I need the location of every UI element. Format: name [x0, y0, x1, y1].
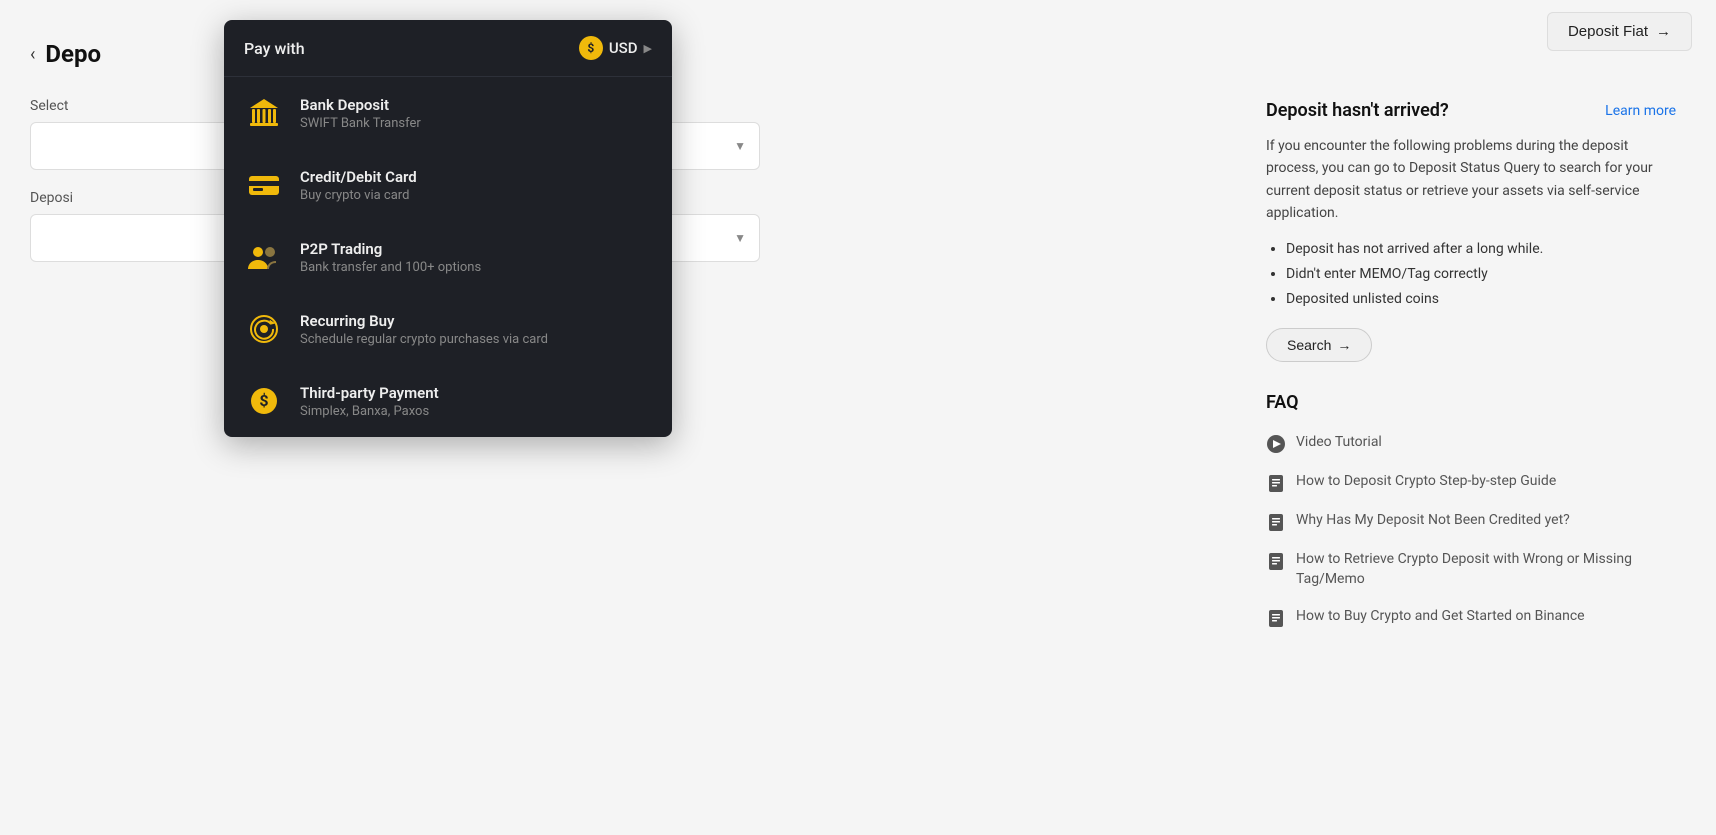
bullet-list: Deposit has not arrived after a long whi…	[1266, 237, 1676, 313]
deposit-alert-title: Deposit hasn't arrived?	[1266, 100, 1449, 121]
page-title: Depo	[45, 40, 101, 68]
thirdparty-title: Third-party Payment	[300, 384, 652, 402]
credit-card-title: Credit/Debit Card	[300, 168, 652, 186]
bank-deposit-subtitle: SWIFT Bank Transfer	[300, 116, 652, 131]
doc-icon-4	[1266, 608, 1286, 628]
learn-more-link[interactable]: Learn more	[1605, 103, 1676, 119]
deposit-alert-text: If you encounter the following problems …	[1266, 135, 1676, 225]
deposit-fiat-arrow: →	[1656, 23, 1671, 40]
search-button-label: Search	[1287, 337, 1331, 353]
thirdparty-subtitle: Simplex, Banxa, Paxos	[300, 404, 652, 419]
menu-item-credit-card[interactable]: Credit/Debit Card Buy crypto via card	[224, 149, 672, 221]
search-button[interactable]: Search →	[1266, 328, 1372, 362]
faq-item-wrong-tag[interactable]: How to Retrieve Crypto Deposit with Wron…	[1266, 550, 1676, 589]
recurring-icon	[244, 309, 284, 349]
currency-selector[interactable]: $ USD ▶	[579, 36, 652, 60]
faq-item-deposit-guide[interactable]: How to Deposit Crypto Step-by-step Guide	[1266, 472, 1676, 493]
bullet-item-3: Deposited unlisted coins	[1286, 287, 1676, 312]
faq-link-not-credited[interactable]: Why Has My Deposit Not Been Credited yet…	[1296, 511, 1570, 531]
svg-text:$: $	[259, 391, 268, 410]
menu-item-p2p[interactable]: P2P Trading Bank transfer and 100+ optio…	[224, 221, 672, 293]
back-arrow-icon[interactable]: ‹	[30, 44, 35, 65]
faq-title: FAQ	[1266, 392, 1676, 413]
dropdown-header: Pay with $ USD ▶	[224, 20, 672, 77]
menu-item-thirdparty[interactable]: $ Third-party Payment Simplex, Banxa, Pa…	[224, 365, 672, 437]
main-content: ‹ Depo Select ▼ Deposi ▼ Pay with $ USD …	[0, 0, 1716, 666]
right-sidebar: Deposit hasn't arrived? Learn more If yo…	[1236, 20, 1716, 666]
credit-card-icon	[244, 165, 284, 205]
doc-icon-2	[1266, 512, 1286, 532]
header: Deposit Fiat →	[1523, 0, 1716, 63]
doc-icon-3	[1266, 551, 1286, 571]
faq-item-video-tutorial[interactable]: Video Tutorial	[1266, 433, 1676, 454]
play-icon	[1266, 434, 1286, 454]
left-section: ‹ Depo Select ▼ Deposi ▼ Pay with $ USD …	[0, 20, 1236, 666]
pay-with-label: Pay with	[244, 39, 305, 58]
bank-deposit-text: Bank Deposit SWIFT Bank Transfer	[300, 96, 652, 131]
thirdparty-text: Third-party Payment Simplex, Banxa, Paxo…	[300, 384, 652, 419]
recurring-subtitle: Schedule regular crypto purchases via ca…	[300, 332, 652, 347]
credit-card-text: Credit/Debit Card Buy crypto via card	[300, 168, 652, 203]
faq-link-wrong-tag[interactable]: How to Retrieve Crypto Deposit with Wron…	[1296, 550, 1676, 589]
faq-link-video-tutorial[interactable]: Video Tutorial	[1296, 433, 1382, 453]
bank-deposit-icon	[244, 93, 284, 133]
p2p-title: P2P Trading	[300, 240, 652, 258]
thirdparty-icon: $	[244, 381, 284, 421]
deposit-fiat-label: Deposit Fiat	[1568, 23, 1648, 40]
p2p-subtitle: Bank transfer and 100+ options	[300, 260, 652, 275]
faq-link-deposit-guide[interactable]: How to Deposit Crypto Step-by-step Guide	[1296, 472, 1556, 492]
deposit-alert-header: Deposit hasn't arrived? Learn more	[1266, 100, 1676, 121]
p2p-text: P2P Trading Bank transfer and 100+ optio…	[300, 240, 652, 275]
doc-icon-1	[1266, 473, 1286, 493]
credit-card-subtitle: Buy crypto via card	[300, 188, 652, 203]
recurring-text: Recurring Buy Schedule regular crypto pu…	[300, 312, 652, 347]
p2p-icon	[244, 237, 284, 277]
search-button-arrow: →	[1337, 337, 1351, 353]
recurring-title: Recurring Buy	[300, 312, 652, 330]
bullet-item-1: Deposit has not arrived after a long whi…	[1286, 237, 1676, 262]
menu-item-bank-deposit[interactable]: Bank Deposit SWIFT Bank Transfer	[224, 77, 672, 149]
faq-item-get-started[interactable]: How to Buy Crypto and Get Started on Bin…	[1266, 607, 1676, 628]
faq-item-not-credited[interactable]: Why Has My Deposit Not Been Credited yet…	[1266, 511, 1676, 532]
faq-section: FAQ Video Tutorial How to Deposit Crypto…	[1266, 392, 1676, 628]
deposit-fiat-button[interactable]: Deposit Fiat →	[1547, 12, 1692, 51]
bank-deposit-title: Bank Deposit	[300, 96, 652, 114]
menu-item-recurring[interactable]: Recurring Buy Schedule regular crypto pu…	[224, 293, 672, 365]
currency-icon: $	[579, 36, 603, 60]
pay-with-dropdown-menu: Pay with $ USD ▶	[224, 20, 672, 437]
bullet-item-2: Didn't enter MEMO/Tag correctly	[1286, 262, 1676, 287]
currency-symbol: $	[587, 41, 594, 55]
currency-chevron-icon: ▶	[644, 42, 652, 55]
faq-link-get-started[interactable]: How to Buy Crypto and Get Started on Bin…	[1296, 607, 1585, 627]
currency-label: USD	[609, 39, 638, 57]
deposit-alert-box: Deposit hasn't arrived? Learn more If yo…	[1266, 100, 1676, 362]
